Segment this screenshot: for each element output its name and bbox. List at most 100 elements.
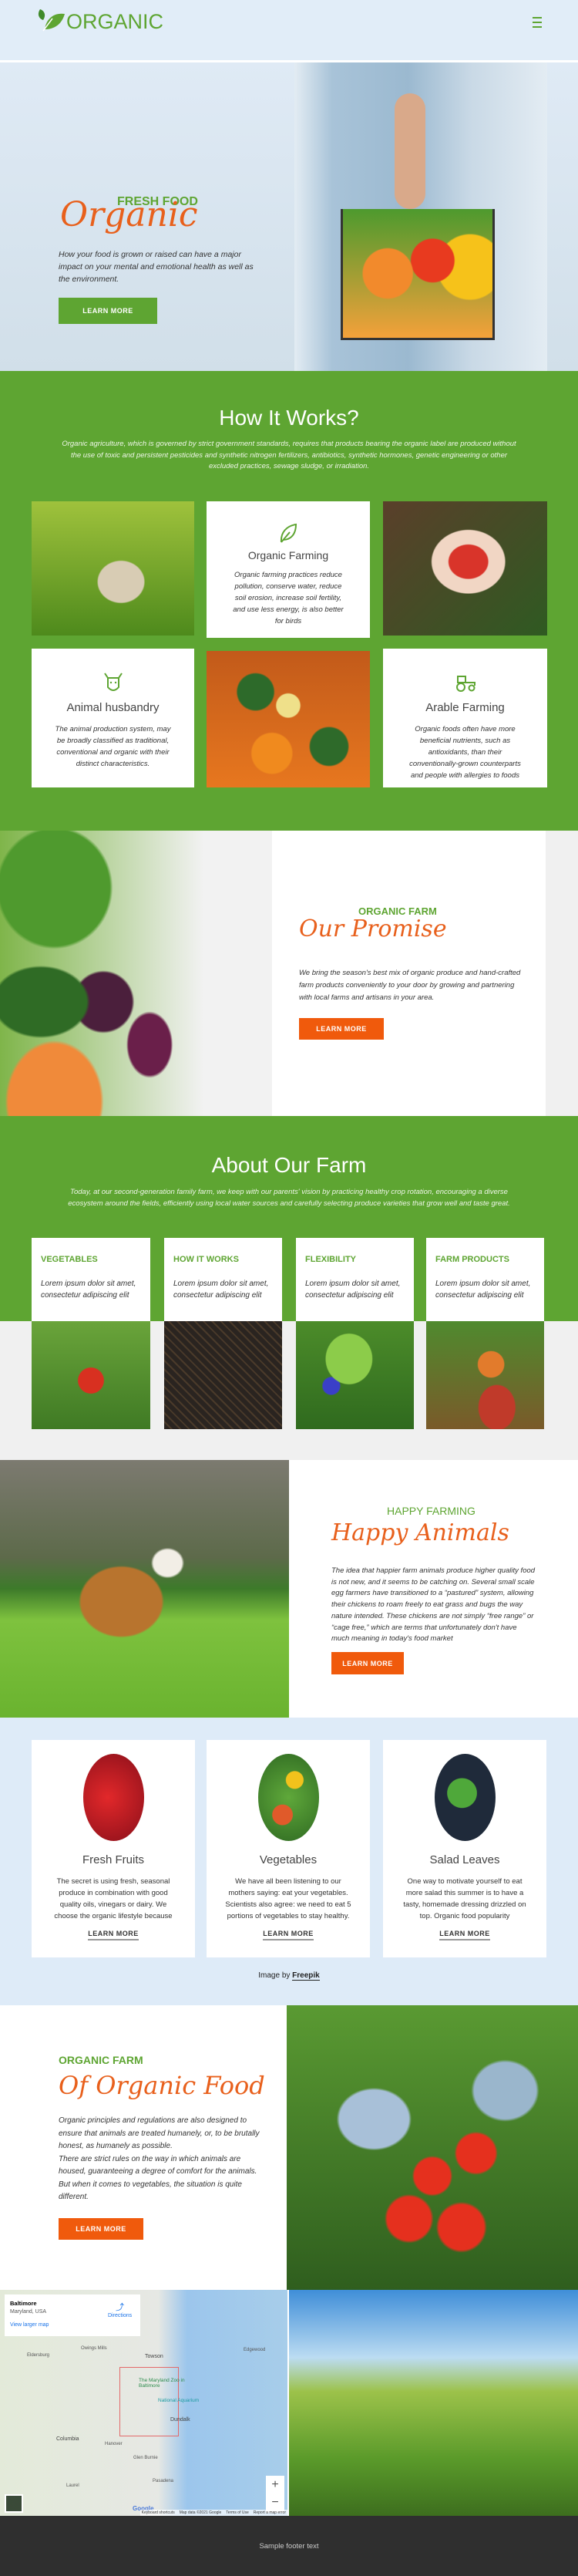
lettuce-gloves-image: [296, 1321, 414, 1429]
about-card-flexibility: FLEXIBILITY Lorem ipsum dolor sit amet, c…: [296, 1238, 414, 1321]
about-card-text: Lorem ipsum dolor sit amet, consectetur …: [435, 1280, 531, 1300]
freepik-link[interactable]: Freepik: [292, 1971, 320, 1981]
about-card-how-it-works: HOW IT WORKS Lorem ipsum dolor sit amet, …: [164, 1238, 282, 1321]
animal-husbandry-card: Animal husbandry The animal production s…: [32, 649, 194, 787]
card-text: We have all been listening to our mother…: [225, 1877, 351, 1920]
card-text: One way to motivate yourself to eat more…: [403, 1877, 526, 1920]
hero-script-title: Organic: [60, 195, 198, 234]
fresh-fruits-learn-more-link[interactable]: LEARN MORE: [88, 1930, 139, 1940]
leaf-icon: [279, 523, 297, 545]
card-title: Vegetables: [259, 1853, 318, 1866]
card-text: The secret is using fresh, seasonal prod…: [54, 1877, 173, 1920]
organic-food-paragraph: Organic principles and regulations are a…: [59, 2116, 260, 2150]
report-error-link[interactable]: Report a map error: [254, 2510, 286, 2515]
vegetables-learn-more-link[interactable]: LEARN MORE: [263, 1930, 314, 1940]
directions-icon: ⤴: [116, 2303, 125, 2312]
map-label: Towson: [145, 2354, 163, 2359]
animals-learn-more-button[interactable]: LEARN MORE: [331, 1652, 404, 1674]
map-label: Hanover: [105, 2442, 123, 2446]
about-card-title: FARM PRODUCTS: [435, 1255, 509, 1264]
about-section: About Our Farm Today, at our second-gene…: [0, 1116, 578, 1460]
card-title: Organic Farming: [247, 549, 329, 561]
footer: Sample footer text: [0, 2516, 578, 2576]
map-embed[interactable]: Baltimore Maryland, USA View larger map …: [0, 2290, 287, 2516]
map-label: Columbia: [56, 2436, 79, 2442]
about-card-text: Lorem ipsum dolor sit amet, consectetur …: [305, 1280, 401, 1300]
seedling-tray-image: [164, 1321, 282, 1429]
map-label: Glen Burnie: [133, 2456, 158, 2460]
strawberries-hands-image: [383, 501, 547, 636]
about-card-vegetables: VEGETABLES Lorem ipsum dolor sit amet, co…: [32, 1238, 150, 1321]
map-label: Dundalk: [170, 2417, 190, 2423]
salad-leaves-learn-more-link[interactable]: LEARN MORE: [439, 1930, 490, 1940]
image-credit: Image by Freepik: [0, 1971, 578, 1981]
promise-section: ORGANIC FARM Our Promise We bring the se…: [0, 831, 578, 1116]
map-data-text: Map data ©2021 Google: [179, 2510, 222, 2515]
zoom-in-button[interactable]: +: [266, 2476, 284, 2494]
card-title: Arable Farming: [425, 701, 505, 714]
card-text: The animal production system, may be bro…: [55, 725, 171, 768]
cow-icon: [103, 672, 123, 693]
map-attribution: Keyboard shortcuts Map data ©2021 Google…: [139, 2510, 287, 2516]
how-section: How It Works? Organic agriculture, which…: [0, 371, 578, 831]
terms-link[interactable]: Terms of Use: [226, 2510, 248, 2515]
card-text: Organic foods often have more beneficial…: [409, 725, 521, 780]
animals-kicker: HAPPY FARMING: [387, 1505, 476, 1517]
about-title: About Our Farm: [211, 1153, 367, 1177]
organic-food-paragraph: There are strict rules on the way in whi…: [59, 2154, 257, 2202]
about-text: Today, at our second-generation family f…: [68, 1188, 510, 1208]
map-label: Laurel: [66, 2483, 79, 2488]
logo[interactable]: ORGANIC: [37, 8, 163, 32]
directions-button[interactable]: ⤴ Directions: [108, 2301, 132, 2318]
card-title: Fresh Fruits: [82, 1853, 144, 1866]
arable-farming-card: Arable Farming Organic foods often have …: [383, 649, 547, 787]
strawberries-image: [82, 1754, 144, 1841]
credit-prefix: Image by: [258, 1971, 291, 1980]
hero-learn-more-button[interactable]: LEARN MORE: [59, 298, 157, 324]
map-poi-aquarium[interactable]: National Aquarium: [158, 2398, 199, 2403]
fresh-fruits-card: Fresh Fruits The secret is using fresh, …: [32, 1740, 195, 1957]
how-title: How It Works?: [219, 406, 359, 430]
organic-food-learn-more-button[interactable]: LEARN MORE: [59, 2218, 143, 2240]
card-title: Salad Leaves: [429, 1853, 500, 1866]
organic-food-kicker: ORGANIC FARM: [59, 2054, 143, 2066]
view-larger-map-link[interactable]: View larger map: [10, 2322, 135, 2328]
tomato-crate-image: [287, 2005, 578, 2290]
organic-farming-card: Organic Farming Organic farming practice…: [207, 501, 370, 638]
about-card-title: VEGETABLES: [41, 1255, 98, 1264]
directions-label: Directions: [108, 2313, 133, 2318]
sheep-image: [32, 501, 194, 636]
footer-text: Sample footer text: [259, 2541, 319, 2551]
animals-text: The idea that happier farm animals produ…: [331, 1566, 536, 1644]
pumpkins-image: [207, 651, 370, 787]
grass-field-image: [289, 2290, 578, 2516]
salad-leaves-image: [434, 1754, 496, 1841]
vegetables-card: Vegetables We have all been listening to…: [207, 1740, 370, 1957]
map-label: Eldersburg: [27, 2353, 50, 2358]
map-label: Edgewood: [244, 2348, 266, 2352]
map-label: Pasadena: [153, 2479, 174, 2483]
satellite-toggle[interactable]: [5, 2494, 23, 2513]
promise-learn-more-button[interactable]: LEARN MORE: [299, 1018, 384, 1040]
vegetables-image: [0, 831, 272, 1116]
organic-food-section: ORGANIC FARM Of Organic Food Organic pri…: [0, 2005, 578, 2290]
vegetable-crate-image: [32, 1321, 150, 1429]
keyboard-shortcuts-link[interactable]: Keyboard shortcuts: [142, 2510, 175, 2515]
map-label: Owings Mills: [81, 2346, 107, 2351]
about-card-title: HOW IT WORKS: [173, 1255, 239, 1264]
hero-text: How your food is grown or raised can hav…: [59, 250, 254, 284]
promise-text: We bring the season's best mix of organi…: [299, 969, 521, 1002]
map-info-card: Baltimore Maryland, USA View larger map …: [5, 2294, 140, 2336]
about-card-farm-products: FARM PRODUCTS Lorem ipsum dolor sit amet,…: [426, 1238, 544, 1321]
hamburger-icon[interactable]: [533, 17, 542, 28]
about-card-title: FLEXIBILITY: [305, 1255, 356, 1264]
hero-basket-image: [294, 62, 547, 371]
how-text: Organic agriculture, which is governed b…: [62, 440, 516, 470]
cow-image: [0, 1460, 289, 1718]
leaf-logo-icon: [38, 9, 65, 32]
promise-panel: ORGANIC FARM Our Promise We bring the se…: [272, 831, 546, 1116]
about-card-text: Lorem ipsum dolor sit amet, consectetur …: [173, 1280, 269, 1300]
map-poi-zoo[interactable]: The Maryland Zoo in Baltimore: [139, 2378, 193, 2389]
salad-leaves-card: Salad Leaves One way to motivate yoursel…: [383, 1740, 546, 1957]
about-card-text: Lorem ipsum dolor sit amet, consectetur …: [41, 1280, 136, 1300]
